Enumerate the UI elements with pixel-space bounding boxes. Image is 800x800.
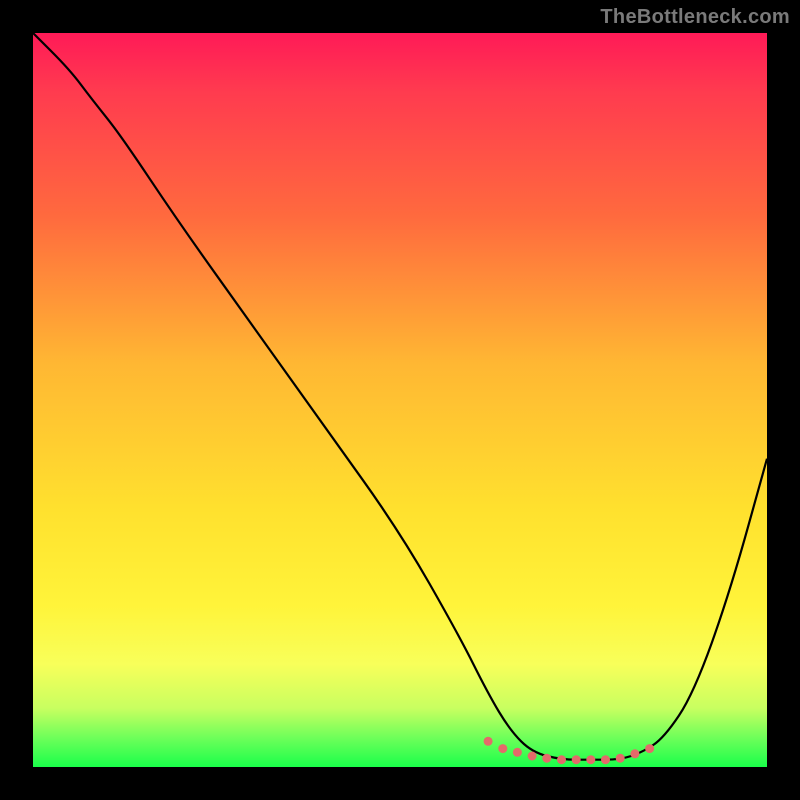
min-dot [645, 744, 654, 753]
min-dot [513, 748, 522, 757]
watermark-text: TheBottleneck.com [600, 6, 790, 29]
chart-container: TheBottleneck.com [0, 0, 800, 800]
bottleneck-curve [33, 33, 767, 767]
min-dot [557, 755, 566, 764]
min-dot [601, 755, 610, 764]
min-dot [572, 755, 581, 764]
min-dot [528, 752, 537, 761]
min-dot [484, 737, 493, 746]
plot-area [33, 33, 767, 767]
curve-path [33, 33, 767, 760]
min-dot [616, 754, 625, 763]
min-dots-group [484, 737, 654, 764]
min-dot [498, 744, 507, 753]
min-dot [630, 749, 639, 758]
min-dot [542, 754, 551, 763]
min-dot [586, 755, 595, 764]
